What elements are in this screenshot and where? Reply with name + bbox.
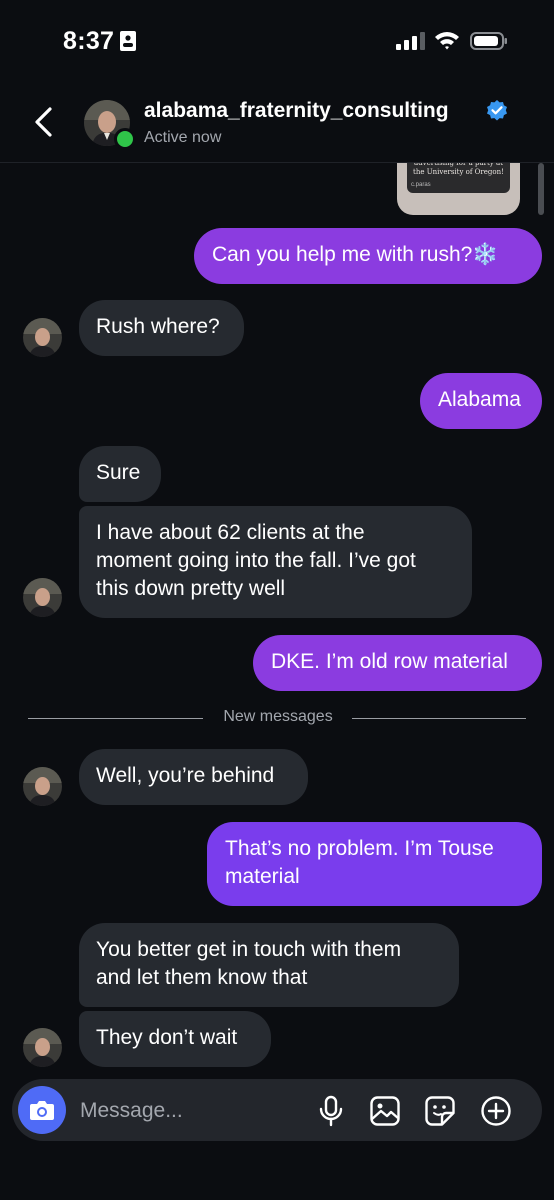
signal-icon	[396, 32, 425, 50]
message-text-line: You better get in touch with them	[96, 938, 402, 961]
active-status: Active now	[144, 129, 222, 146]
message-bubble-incoming[interactable]: I have about 62 clients at the moment go…	[79, 506, 472, 618]
message-input[interactable]	[78, 1096, 312, 1126]
avatar[interactable]	[23, 767, 62, 806]
wifi-icon	[435, 32, 459, 50]
divider-line	[352, 718, 526, 719]
message-bubble-incoming[interactable]: Rush where?	[79, 300, 244, 356]
chat-username[interactable]: alabama_fraternity_consulting	[144, 99, 449, 123]
battery-icon	[470, 32, 507, 50]
message-text: They don’t wait	[96, 1026, 238, 1049]
sticker-icon[interactable]	[424, 1095, 456, 1127]
message-text: Alabama	[438, 388, 521, 411]
verified-badge-icon	[487, 100, 507, 121]
plus-circle-icon[interactable]	[480, 1095, 512, 1127]
message-bubble-incoming[interactable]: Well, you’re behind	[79, 749, 308, 805]
message-bubble-outgoing[interactable]: DKE. I’m old row material	[253, 635, 542, 691]
online-status-dot	[114, 128, 136, 150]
message-text-line: I have about 62 clients at the	[96, 521, 365, 544]
message-bubble-incoming[interactable]: Sure	[79, 446, 161, 502]
gallery-icon[interactable]	[369, 1095, 401, 1127]
back-chevron-icon[interactable]	[30, 106, 56, 138]
message-text-line: and let them know that	[96, 966, 308, 989]
id-card-icon	[120, 31, 136, 51]
message-text-line: this down pretty well	[96, 577, 286, 600]
avatar[interactable]	[23, 318, 62, 357]
message-bubble-outgoing[interactable]: Alabama	[420, 373, 542, 429]
avatar[interactable]	[23, 1028, 62, 1067]
new-messages-label: New messages	[223, 708, 333, 725]
message-bubble-outgoing[interactable]: Can you help me with rush?❄️	[194, 228, 542, 284]
message-bubble-incoming[interactable]: They don’t wait	[79, 1011, 271, 1067]
message-bubble-outgoing[interactable]: That’s no problem. I’m Touse material	[207, 822, 542, 906]
message-text-line: moment going into the fall. I’ve got	[96, 549, 416, 572]
message-text-line: material	[225, 865, 300, 888]
message-text-line: That’s no problem. I’m Touse	[225, 837, 494, 860]
message-text: Rush where?	[96, 315, 220, 338]
chat-header: alabama_fraternity_consulting Active now	[0, 80, 554, 163]
message-text: DKE. I’m old row material	[271, 650, 508, 673]
scrollbar[interactable]	[538, 163, 544, 215]
divider-line	[28, 718, 203, 719]
message-thread[interactable]: advertising for a party at the Universit…	[0, 159, 554, 1078]
message-text: Can you help me with rush?❄️	[212, 243, 499, 266]
message-text: Sure	[96, 461, 141, 484]
status-bar: 8:37	[0, 0, 554, 80]
new-messages-divider: New messages	[28, 708, 526, 728]
message-text: Well, you’re behind	[96, 764, 275, 787]
avatar[interactable]	[23, 578, 62, 617]
message-bubble-incoming[interactable]: You better get in touch with them and le…	[79, 923, 459, 1007]
camera-icon	[30, 1101, 54, 1120]
microphone-icon[interactable]	[315, 1095, 347, 1127]
message-composer	[12, 1079, 542, 1141]
status-time: 8:37	[63, 27, 115, 55]
shared-post-preview[interactable]: advertising for a party at the Universit…	[397, 159, 520, 215]
bottom-safe-area	[0, 1141, 554, 1200]
camera-button[interactable]	[18, 1086, 66, 1134]
shared-post-author: c.paras	[411, 182, 431, 188]
